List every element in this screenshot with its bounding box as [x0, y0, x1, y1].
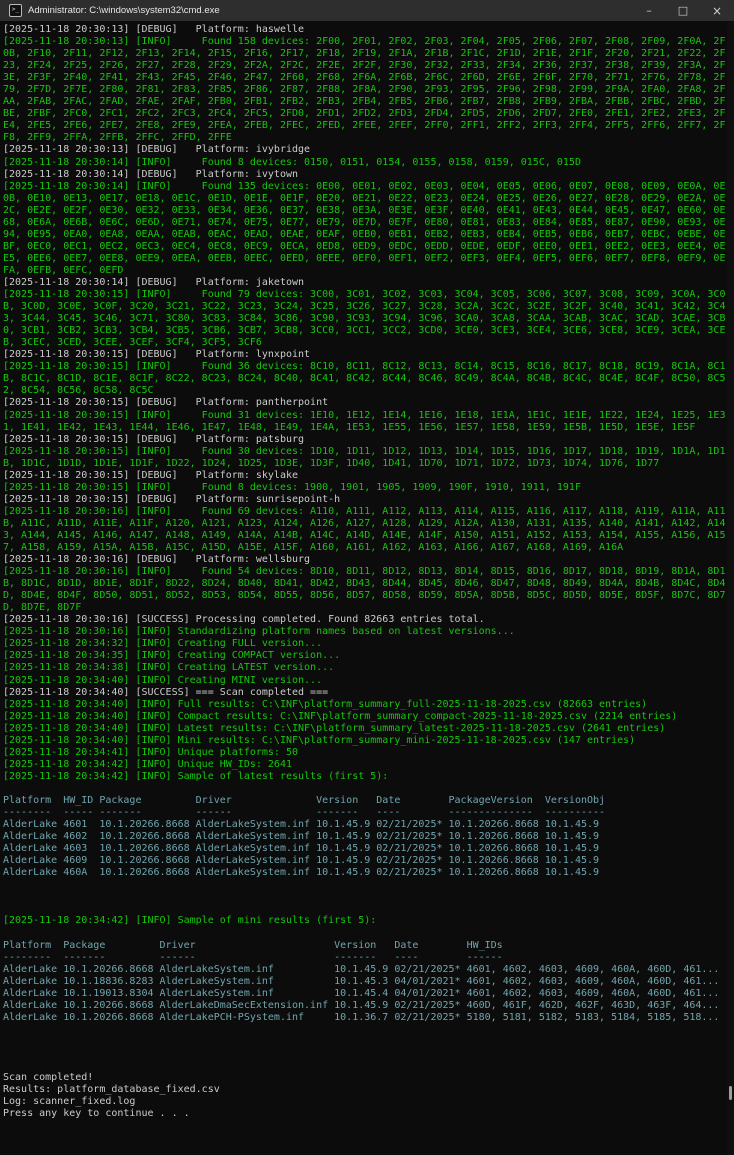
- log-line: Press any key to continue . . .: [3, 1108, 725, 1120]
- log-line: Platform Package Driver Version Date HW_…: [3, 940, 725, 952]
- log-line: Platform HW_ID Package Driver Version Da…: [3, 795, 725, 807]
- title-bar[interactable]: >_ Administrator: C:\windows\system32\cm…: [0, 0, 734, 21]
- log-line: [3, 879, 725, 891]
- log-line: [3, 1036, 725, 1048]
- log-line: [3, 928, 725, 940]
- scrollbar-thumb[interactable]: [729, 1086, 732, 1100]
- log-line: [3, 891, 725, 903]
- log-line: -------- ------- ------ ------- ---- ---…: [3, 952, 725, 964]
- log-line: AlderLake 10.1.20266.8668 AlderLakeDmaSe…: [3, 1000, 725, 1012]
- minimize-icon: –: [646, 4, 652, 17]
- window-title: Administrator: C:\windows\system32\cmd.e…: [28, 5, 220, 16]
- log-line: [3, 1060, 725, 1072]
- log-line: Scan completed!: [3, 1072, 725, 1084]
- log-line: [2025-11-18 20:30:14] [DEBUG] Platform: …: [3, 277, 725, 289]
- close-button[interactable]: ×: [700, 0, 734, 21]
- log-line: [2025-11-18 20:30:13] [INFO] Found 158 d…: [3, 36, 725, 144]
- log-line: [2025-11-18 20:30:13] [DEBUG] Platform: …: [3, 144, 725, 156]
- log-line: [3, 903, 725, 915]
- log-line: [2025-11-18 20:30:16] [INFO] Found 69 de…: [3, 506, 725, 554]
- log-line: [2025-11-18 20:30:15] [DEBUG] Platform: …: [3, 470, 725, 482]
- log-line: [2025-11-18 20:30:15] [INFO] Found 36 de…: [3, 361, 725, 397]
- log-line: [2025-11-18 20:30:13] [DEBUG] Platform: …: [3, 24, 725, 36]
- log-line: AlderLake 4603 10.1.20266.8668 AlderLake…: [3, 843, 725, 855]
- log-line: [2025-11-18 20:34:42] [INFO] Unique HW_I…: [3, 759, 725, 771]
- log-line: Log: scanner_fixed.log: [3, 1096, 725, 1108]
- console-output: [2025-11-18 20:30:13] [DEBUG] Platform: …: [3, 24, 734, 1120]
- log-line: [2025-11-18 20:34:42] [INFO] Sample of l…: [3, 771, 725, 783]
- minimize-button[interactable]: –: [632, 0, 666, 21]
- log-line: [2025-11-18 20:30:14] [DEBUG] Platform: …: [3, 169, 725, 181]
- log-line: [2025-11-18 20:30:15] [DEBUG] Platform: …: [3, 397, 725, 409]
- log-line: [2025-11-18 20:30:14] [INFO] Found 8 dev…: [3, 157, 725, 169]
- log-line: [2025-11-18 20:30:15] [DEBUG] Platform: …: [3, 494, 725, 506]
- log-line: [2025-11-18 20:30:16] [SUCCESS] Processi…: [3, 614, 725, 626]
- log-line: [2025-11-18 20:34:40] [SUCCESS] === Scan…: [3, 687, 725, 699]
- log-line: [3, 783, 725, 795]
- log-line: [2025-11-18 20:34:40] [INFO] Creating MI…: [3, 675, 725, 687]
- close-icon: ×: [712, 4, 722, 18]
- log-line: Results: platform_database_fixed.csv: [3, 1084, 725, 1096]
- cmd-window: >_ Administrator: C:\windows\system32\cm…: [0, 0, 734, 1155]
- maximize-button[interactable]: □: [666, 0, 700, 21]
- log-line: AlderLake 460A 10.1.20266.8668 AlderLake…: [3, 867, 725, 879]
- maximize-icon: □: [678, 4, 688, 17]
- log-line: AlderLake 4602 10.1.20266.8668 AlderLake…: [3, 831, 725, 843]
- log-line: [2025-11-18 20:34:40] [INFO] Mini result…: [3, 735, 725, 747]
- cmd-icon: >_: [9, 4, 22, 17]
- log-line: [2025-11-18 20:34:35] [INFO] Creating CO…: [3, 650, 725, 662]
- log-line: AlderLake 10.1.20266.8668 AlderLakePCH-P…: [3, 1012, 725, 1024]
- log-line: [2025-11-18 20:30:16] [INFO] Standardizi…: [3, 626, 725, 638]
- log-line: [3, 1024, 725, 1036]
- log-line: [2025-11-18 20:30:15] [INFO] Found 8 dev…: [3, 482, 725, 494]
- log-line: AlderLake 4609 10.1.20266.8668 AlderLake…: [3, 855, 725, 867]
- scrollbar-track[interactable]: [727, 21, 734, 1155]
- log-line: AlderLake 4601 10.1.20266.8668 AlderLake…: [3, 819, 725, 831]
- log-line: [2025-11-18 20:30:15] [INFO] Found 30 de…: [3, 446, 725, 470]
- log-line: [2025-11-18 20:30:14] [INFO] Found 135 d…: [3, 181, 725, 277]
- log-line: [2025-11-18 20:34:40] [INFO] Compact res…: [3, 711, 725, 723]
- console-viewport[interactable]: [2025-11-18 20:30:13] [DEBUG] Platform: …: [0, 21, 734, 1155]
- log-line: [3, 1048, 725, 1060]
- log-line: [2025-11-18 20:34:38] [INFO] Creating LA…: [3, 662, 725, 674]
- log-line: -------- ----- ------- ------ ------- --…: [3, 807, 725, 819]
- log-line: [2025-11-18 20:30:15] [INFO] Found 31 de…: [3, 410, 725, 434]
- log-line: AlderLake 10.1.18836.8283 AlderLakeSyste…: [3, 976, 725, 988]
- log-line: [2025-11-18 20:34:40] [INFO] Latest resu…: [3, 723, 725, 735]
- log-line: [2025-11-18 20:30:15] [INFO] Found 79 de…: [3, 289, 725, 349]
- log-line: [2025-11-18 20:30:16] [INFO] Found 54 de…: [3, 566, 725, 614]
- log-line: [2025-11-18 20:34:32] [INFO] Creating FU…: [3, 638, 725, 650]
- log-line: [2025-11-18 20:30:15] [DEBUG] Platform: …: [3, 349, 725, 361]
- log-line: AlderLake 10.1.19013.8304 AlderLakeSyste…: [3, 988, 725, 1000]
- log-line: [2025-11-18 20:34:42] [INFO] Sample of m…: [3, 915, 725, 927]
- log-line: [2025-11-18 20:34:41] [INFO] Unique plat…: [3, 747, 725, 759]
- log-line: AlderLake 10.1.20266.8668 AlderLakeSyste…: [3, 964, 725, 976]
- log-line: [2025-11-18 20:30:15] [DEBUG] Platform: …: [3, 434, 725, 446]
- log-line: [2025-11-18 20:34:40] [INFO] Full result…: [3, 699, 725, 711]
- log-line: [2025-11-18 20:30:16] [DEBUG] Platform: …: [3, 554, 725, 566]
